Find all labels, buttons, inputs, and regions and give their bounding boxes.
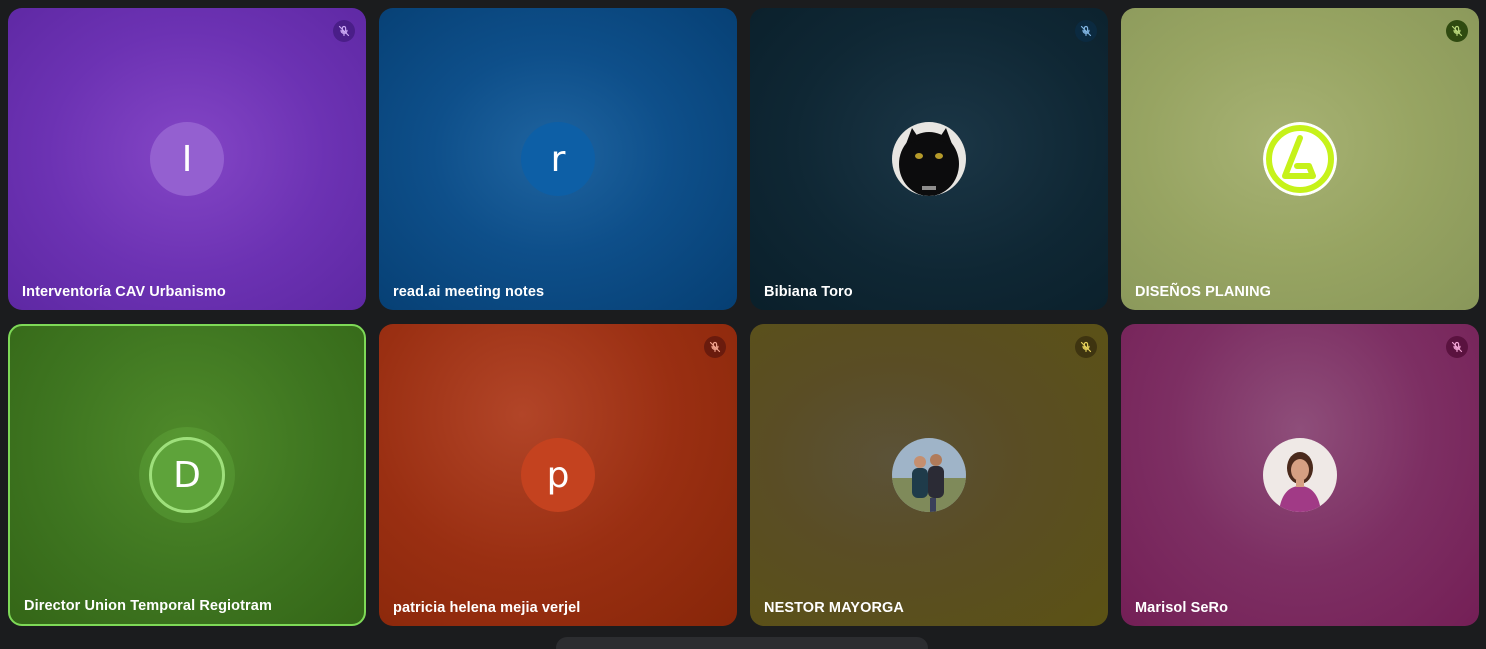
participant-tile-speaking[interactable]: D Director Union Temporal Regiotram — [8, 324, 366, 626]
avatar: p — [521, 438, 595, 512]
participant-tile[interactable]: Bibiana Toro — [750, 8, 1108, 310]
mic-off-icon — [1075, 20, 1097, 42]
participant-tile[interactable]: Marisol SeRo — [1121, 324, 1479, 626]
participant-tile[interactable]: DISEÑOS PLANING — [1121, 8, 1479, 310]
meeting-grid: I Interventoría CAV Urbanismo r read.ai … — [0, 0, 1486, 649]
participant-tile[interactable]: r read.ai meeting notes — [379, 8, 737, 310]
mic-off-icon — [1075, 336, 1097, 358]
woman-photo-avatar — [1263, 438, 1337, 512]
mic-off-icon — [1446, 336, 1468, 358]
participant-name: DISEÑOS PLANING — [1135, 284, 1272, 300]
participant-name: NESTOR MAYORGA — [764, 600, 904, 616]
black-cat-photo-avatar — [892, 122, 966, 196]
participant-tile[interactable]: I Interventoría CAV Urbanismo — [8, 8, 366, 310]
participant-name: read.ai meeting notes — [393, 284, 545, 300]
couple-photo-avatar — [892, 438, 966, 512]
participant-name: patricia helena mejia verjel — [393, 600, 581, 616]
avatar: D — [149, 437, 225, 513]
mic-off-icon — [333, 20, 355, 42]
participant-name: Director Union Temporal Regiotram — [24, 598, 272, 614]
avatar: r — [521, 122, 595, 196]
participant-tile[interactable]: p patricia helena mejia verjel — [379, 324, 737, 626]
company-logo-avatar — [1263, 122, 1337, 196]
mic-off-icon — [704, 336, 726, 358]
participant-name: Marisol SeRo — [1135, 600, 1229, 616]
participant-name: Bibiana Toro — [764, 284, 853, 300]
call-controls-bar[interactable] — [556, 637, 928, 649]
avatar: I — [150, 122, 224, 196]
participant-name: Interventoría CAV Urbanismo — [22, 284, 226, 300]
mic-off-icon — [1446, 20, 1468, 42]
participant-tile[interactable]: NESTOR MAYORGA — [750, 324, 1108, 626]
